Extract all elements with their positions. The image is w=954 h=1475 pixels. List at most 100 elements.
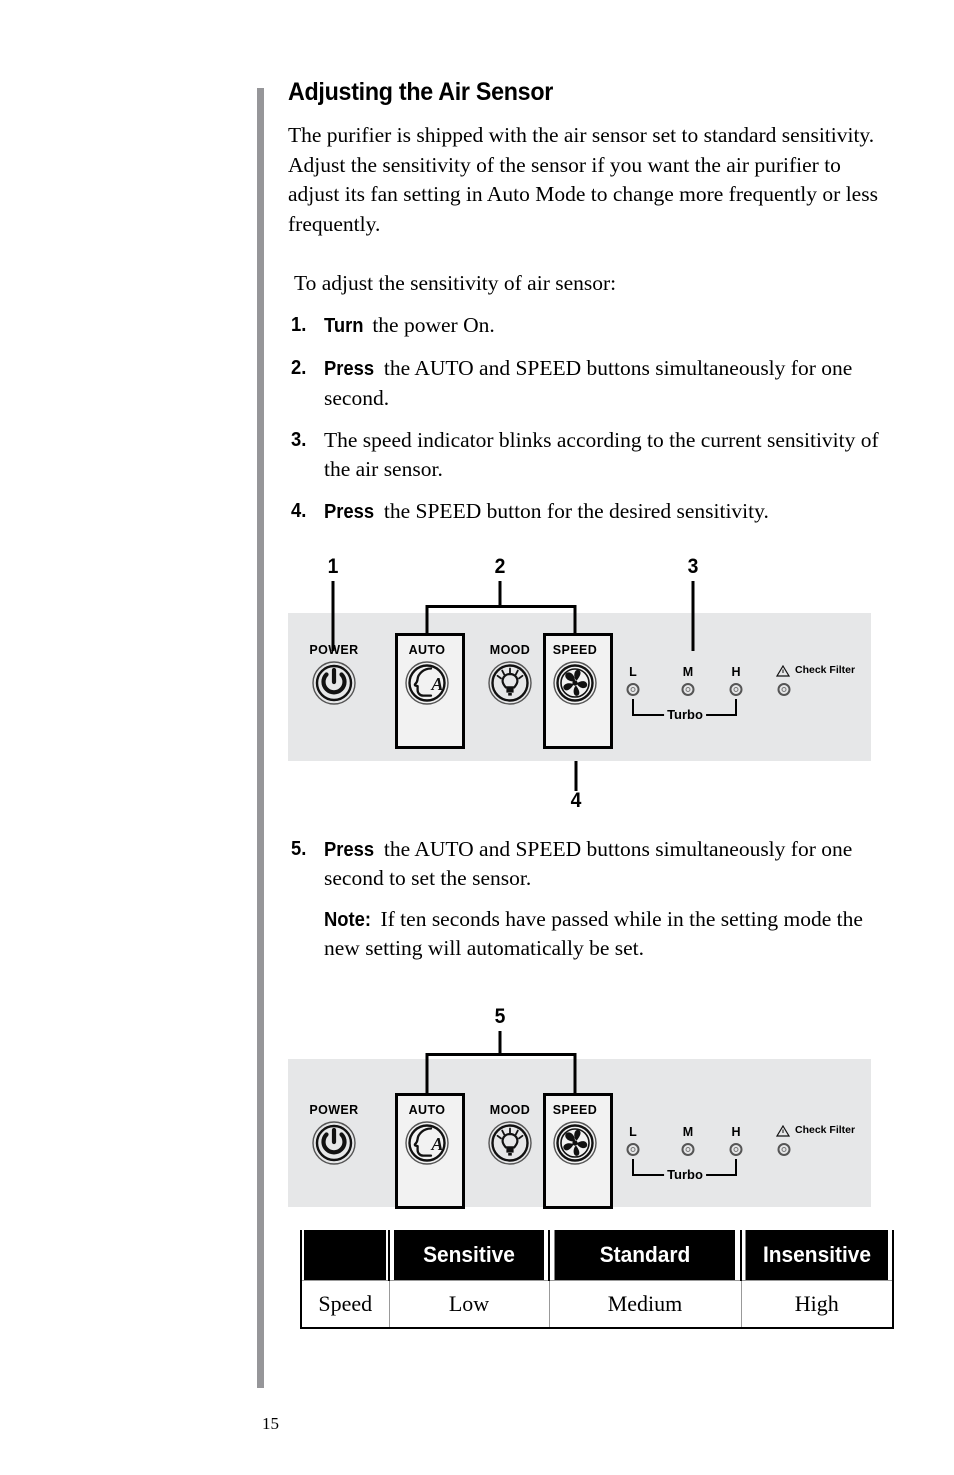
svg-text:A: A	[431, 1134, 444, 1154]
list-item: 1. Turn the power On.	[288, 311, 888, 341]
indicator-label-m: M	[682, 664, 694, 679]
speed-indicator-group: L M H Turbo	[624, 665, 754, 735]
list-item: 5. Press the AUTO and SPEED buttons simu…	[288, 835, 888, 963]
speed-button[interactable]: SPEED	[547, 643, 603, 711]
indicator-label-h: H	[731, 1124, 741, 1139]
callout-leader-5-bracket	[426, 1052, 576, 1056]
step-text: the power On.	[366, 312, 495, 337]
callout-number-4: 4	[570, 788, 582, 812]
check-filter-group: Check Filter	[776, 664, 866, 715]
list-item: 3. The speed indicator blinks according …	[288, 426, 888, 483]
auto-button[interactable]: AUTO A	[399, 643, 455, 711]
control-panel-two: POWER AUTO A MOOD SPEED L M H Turbo Chec…	[288, 1058, 871, 1209]
control-panel-one: POWER AUTO A MOOD SPEED L M H Turbo Chec…	[288, 612, 871, 761]
check-filter-led	[777, 682, 791, 696]
callout-leader-5-stem	[498, 1030, 502, 1055]
step-text: the SPEED button for the desired sensiti…	[378, 499, 769, 523]
turbo-label: Turbo	[664, 1166, 706, 1182]
note-block: Note: If ten seconds have passed while i…	[324, 905, 888, 963]
table-header-sensitive: Sensitive	[392, 1230, 546, 1281]
power-icon	[312, 660, 356, 705]
speed-fan-icon	[553, 1120, 597, 1165]
power-button-label: POWER	[309, 642, 359, 657]
table-header-row: Sensitive Standard Insensitive	[301, 1230, 893, 1281]
indicator-led-l	[626, 682, 640, 696]
control-panel-figure-two: 5 POWER AUTO A MOOD SPEED L M H Turbo Ch…	[288, 1005, 888, 1209]
callout-leader-2-stem	[498, 580, 502, 607]
list-item: 2. Press the AUTO and SPEED buttons simu…	[288, 354, 888, 412]
page-number: 15	[262, 1414, 279, 1433]
warning-triangle-icon	[776, 664, 790, 677]
note-text: If ten seconds have passed while in the …	[324, 906, 863, 961]
indicator-led-m	[681, 682, 695, 696]
list-item: 4. Press the SPEED button for the desire…	[288, 497, 888, 527]
mood-button[interactable]: MOOD	[482, 643, 538, 711]
table-row: Speed Low Medium High	[300, 1280, 894, 1329]
figure-one-callouts-bottom: 4	[288, 760, 888, 813]
mood-button[interactable]: MOOD	[482, 1103, 538, 1171]
power-button[interactable]: POWER	[306, 1103, 362, 1171]
margin-accent-bar	[257, 88, 264, 1388]
callout-leader-2-left-inner	[425, 612, 429, 635]
table-header-insensitive: Insensitive	[743, 1230, 891, 1281]
indicator-led-l	[626, 1142, 640, 1156]
callout-number-5: 5	[494, 1004, 506, 1028]
sensitivity-table: Sensitive Standard Insensitive Speed Low…	[300, 1230, 894, 1329]
step-keyword: Press	[324, 358, 375, 380]
callout-leader-3-inner	[691, 612, 695, 651]
auto-head-icon: A	[405, 1120, 449, 1165]
page-title: Adjusting the Air Sensor	[288, 78, 554, 106]
callout-leader-3	[691, 580, 695, 613]
indicator-led-h	[729, 682, 743, 696]
step-number: 5.	[291, 837, 307, 860]
speed-button[interactable]: SPEED	[547, 1103, 603, 1171]
indicator-led-m	[681, 1142, 695, 1156]
step-keyword: Press	[324, 838, 375, 861]
callout-leader-2-left-drop	[425, 604, 429, 613]
warning-triangle-icon	[776, 1124, 790, 1137]
speed-fan-icon	[553, 660, 597, 705]
page-content: Adjusting the Air Sensor The purifier is…	[288, 78, 888, 1209]
indicator-label-l: L	[629, 1124, 637, 1139]
table-header-standard: Standard	[552, 1230, 738, 1281]
auto-button-label: AUTO	[408, 642, 446, 657]
check-filter-label: Check Filter	[795, 1123, 856, 1136]
table-cell-sensitive-value: Low	[388, 1280, 550, 1329]
step-number: 3.	[291, 429, 307, 451]
note-keyword: Note:	[324, 908, 372, 931]
speed-button-label: SPEED	[552, 1102, 598, 1117]
step-keyword: Press	[324, 501, 375, 523]
step-keyword: Turn	[324, 314, 364, 337]
table-cell-standard-value: Medium	[548, 1280, 742, 1329]
speed-indicator-group: L M H Turbo	[624, 1125, 754, 1195]
callout-leader-2-right-drop	[573, 604, 577, 613]
callout-leader-2-bracket	[426, 604, 576, 608]
svg-text:A: A	[431, 674, 444, 694]
callout-number-3: 3	[687, 554, 699, 578]
callout-leader-4	[574, 760, 578, 791]
intro-paragraph: The purifier is shipped with the air sen…	[288, 123, 878, 236]
mood-bulb-icon	[488, 660, 532, 705]
mood-bulb-icon	[488, 1120, 532, 1165]
indicator-label-h: H	[731, 664, 741, 679]
step-text: the AUTO and SPEED buttons simultaneousl…	[324, 356, 853, 410]
figure-two-callouts-top: 5	[288, 1005, 888, 1059]
auto-button-label: AUTO	[408, 1102, 446, 1117]
callout-number-2: 2	[494, 554, 506, 578]
callout-leader-2-right-inner	[573, 612, 577, 635]
steps-list-part-two: 5. Press the AUTO and SPEED buttons simu…	[288, 835, 888, 963]
lead-in-text: To adjust the sensitivity of air sensor:	[294, 271, 617, 295]
table-header-blank	[302, 1230, 388, 1281]
power-button[interactable]: POWER	[306, 643, 362, 711]
mood-button-label: MOOD	[489, 642, 531, 657]
callout-leader-1	[331, 580, 335, 613]
callout-number-1: 1	[327, 554, 339, 578]
table-cell-speed-label: Speed	[300, 1280, 390, 1329]
auto-button[interactable]: AUTO A	[399, 1103, 455, 1171]
indicator-led-h	[729, 1142, 743, 1156]
power-icon	[312, 1120, 356, 1165]
check-filter-led	[777, 1142, 791, 1156]
step-number: 4.	[291, 500, 307, 522]
indicator-label-m: M	[682, 1124, 694, 1139]
